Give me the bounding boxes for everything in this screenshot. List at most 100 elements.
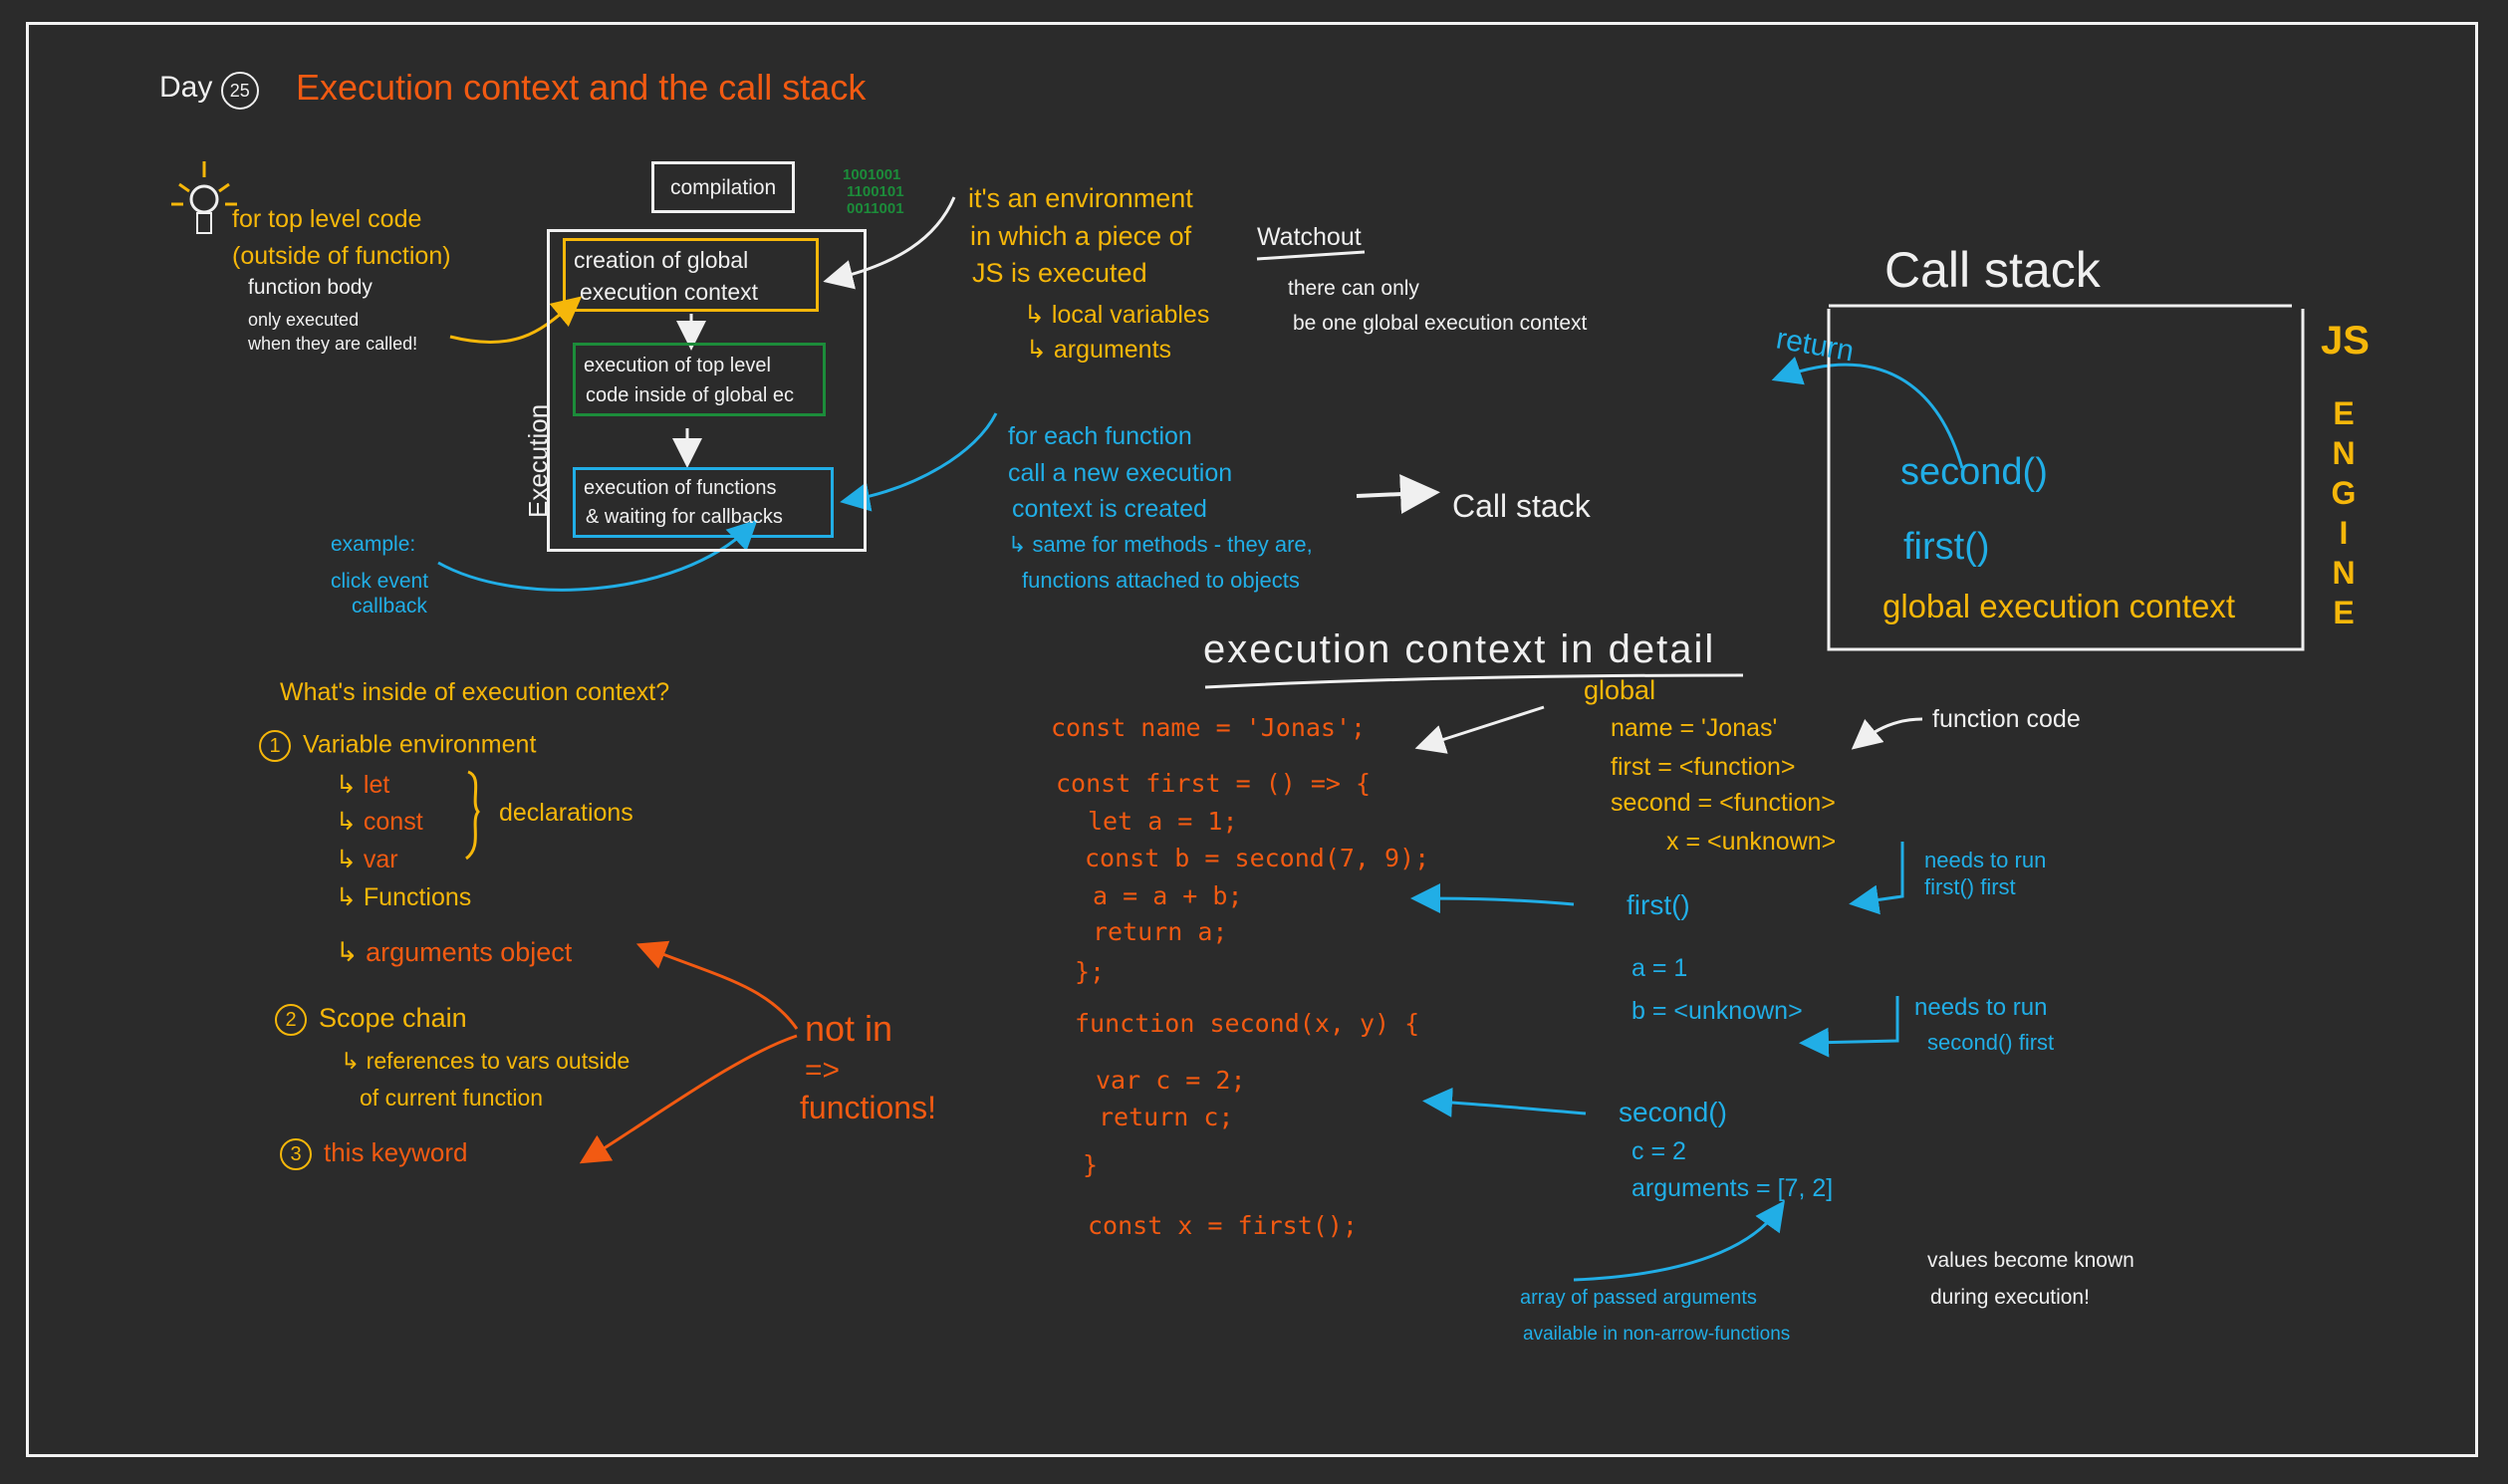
contents-item-3: 3 this keyword bbox=[280, 1138, 468, 1170]
call-stack-ref: Call stack bbox=[1452, 488, 1591, 524]
contents-item-label: Variable environment bbox=[303, 730, 537, 759]
declaration-keyword: var bbox=[363, 846, 398, 873]
global-var: name = 'Jonas' bbox=[1611, 714, 1778, 742]
code-line: }; bbox=[1075, 957, 1106, 986]
arrow-global-to-code bbox=[1414, 705, 1545, 754]
number-circle: 2 bbox=[275, 1004, 307, 1036]
values-note: values become known bbox=[1927, 1249, 2134, 1272]
declaration-keyword: let bbox=[363, 771, 390, 799]
example-label: example: bbox=[331, 533, 416, 556]
global-var: second = <function> bbox=[1611, 789, 1836, 817]
contents-item-label: Scope chain bbox=[319, 1003, 467, 1034]
definition-item-text: local variables bbox=[1051, 301, 1210, 329]
contents-item-label: this keyword bbox=[324, 1136, 468, 1167]
page-title: Execution context and the call stack bbox=[296, 67, 867, 108]
binary-line: 1100101 bbox=[847, 183, 904, 200]
step-creation-box: creation of global execution context bbox=[563, 238, 819, 312]
function-note-line: call a new execution bbox=[1008, 459, 1233, 487]
scope-sub-text: references to vars outside bbox=[366, 1048, 630, 1074]
function-note-line: ↳ same for methods - they are, bbox=[1008, 532, 1313, 557]
second-context-label: second() bbox=[1619, 1097, 1727, 1127]
call-stack-frame: global execution context bbox=[1882, 588, 2236, 624]
tip-sub: function body bbox=[248, 276, 373, 299]
engine-letter: G bbox=[2331, 475, 2357, 511]
declarations-label: declarations bbox=[499, 799, 633, 827]
day-number-badge: 25 bbox=[220, 72, 259, 110]
first-context-label: first() bbox=[1627, 889, 1690, 920]
day-text: Day bbox=[159, 71, 213, 104]
number-circle: 3 bbox=[280, 1138, 312, 1170]
call-stack-frame: first() bbox=[1903, 526, 1990, 568]
compilation-label: compilation bbox=[670, 176, 777, 199]
contents-item-1: 1 Variable environment bbox=[259, 730, 536, 762]
binary-line: 1001001 bbox=[843, 166, 901, 183]
definition-item-text: arguments bbox=[1053, 336, 1172, 364]
step-functions-box: execution of functions & waiting for cal… bbox=[573, 467, 834, 538]
note-second: second() first bbox=[1927, 1030, 2055, 1055]
engine-letter: N bbox=[2332, 435, 2356, 471]
function-code-label: function code bbox=[1932, 705, 2081, 733]
step-text: & waiting for callbacks bbox=[586, 506, 783, 528]
definition-item: ↳ arguments bbox=[1026, 336, 1172, 364]
engine-letter: E bbox=[2333, 395, 2355, 431]
call-stack-frame: second() bbox=[1900, 451, 2048, 493]
first-context-var: a = 1 bbox=[1631, 954, 1688, 982]
engine-letter: I bbox=[2339, 515, 2349, 551]
second-context-var: arguments = [7, 2] bbox=[1631, 1174, 1834, 1202]
execution-label: Execution bbox=[523, 403, 553, 518]
watchout-underline bbox=[1256, 250, 1366, 261]
global-label: global bbox=[1584, 675, 1656, 705]
watchout-text: there can only bbox=[1288, 277, 1419, 300]
definition-line: JS is executed bbox=[972, 258, 1147, 288]
example-text: callback bbox=[352, 595, 427, 618]
arrow-first-to-code bbox=[1410, 883, 1575, 914]
watchout-label: Watchout bbox=[1257, 223, 1362, 251]
arguments-note: array of passed arguments bbox=[1520, 1287, 1757, 1309]
tip-line: (outside of function) bbox=[232, 242, 451, 270]
function-note-text: same for methods - they are, bbox=[1032, 532, 1313, 557]
declaration-keyword: const bbox=[363, 808, 423, 836]
number-circle: 1 bbox=[259, 730, 291, 762]
arrow-b-to-second bbox=[1799, 996, 1899, 1058]
arguments-note: available in non-arrow-functions bbox=[1523, 1324, 1791, 1345]
code-line: } bbox=[1083, 1150, 1099, 1179]
contents-question: What's inside of execution context? bbox=[280, 678, 670, 706]
not-in-functions: functions! bbox=[800, 1090, 936, 1125]
function-note-line: context is created bbox=[1012, 495, 1207, 523]
tip-line: for top level code bbox=[232, 205, 422, 233]
second-context-var: c = 2 bbox=[1631, 1137, 1686, 1165]
declaration-item: ↳ var bbox=[336, 846, 398, 873]
example-text: click event bbox=[331, 570, 429, 593]
values-note: during execution! bbox=[1930, 1286, 2090, 1309]
detail-title: execution context in detail bbox=[1203, 627, 1716, 671]
engine-label: JS bbox=[2321, 321, 2370, 361]
definition-line: in which a piece of bbox=[970, 221, 1192, 251]
step-text: execution context bbox=[580, 279, 759, 305]
note-first: needs to run bbox=[1924, 848, 2047, 872]
code-line: const x = first(); bbox=[1088, 1211, 1358, 1240]
code-line: let a = 1; bbox=[1088, 807, 1238, 836]
call-stack-title: Call stack bbox=[1884, 242, 2101, 298]
note-second: needs to run bbox=[1914, 994, 2048, 1021]
code-line: a = a + b; bbox=[1093, 881, 1243, 910]
arguments-text: arguments object bbox=[366, 937, 573, 967]
declarations-brace bbox=[464, 770, 480, 861]
global-var: x = <unknown> bbox=[1666, 828, 1837, 856]
not-in-label: not in bbox=[805, 1008, 893, 1049]
declaration-item: ↳ let bbox=[336, 771, 390, 799]
note-first: first() first bbox=[1924, 874, 2016, 899]
tip-sub: when they are called! bbox=[248, 334, 418, 354]
arrow-second-to-code bbox=[1422, 1087, 1587, 1117]
definition-line: it's an environment bbox=[968, 183, 1193, 213]
step-top-level-box: execution of top level code inside of gl… bbox=[573, 343, 826, 416]
scope-sub-text: of current function bbox=[360, 1085, 544, 1111]
compilation-box: compilation bbox=[651, 161, 795, 213]
code-line: return c; bbox=[1099, 1103, 1234, 1131]
function-note-line: for each function bbox=[1008, 422, 1192, 450]
engine-letter: S bbox=[2343, 319, 2370, 363]
day-label: Day 25 bbox=[159, 72, 259, 110]
step-text: creation of global bbox=[574, 247, 749, 273]
lightbulb-icon bbox=[171, 161, 237, 234]
engine-letter: E bbox=[2333, 595, 2355, 630]
engine-letter: J bbox=[2321, 319, 2344, 363]
